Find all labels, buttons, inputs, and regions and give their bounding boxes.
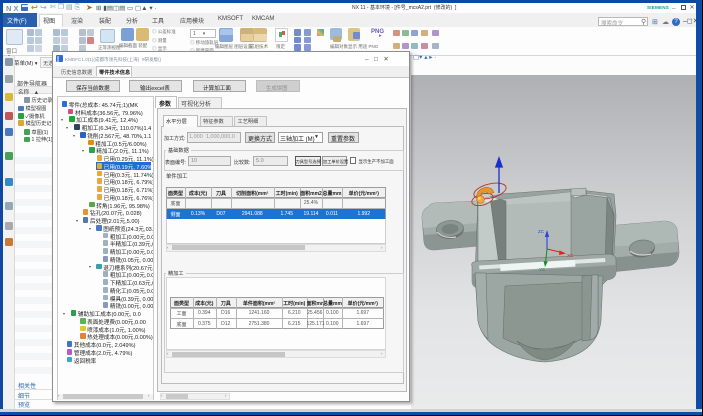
svg-text:ZC: ZC xyxy=(538,229,545,234)
svg-text:XC: XC xyxy=(567,253,574,258)
svg-text:YC: YC xyxy=(539,267,546,272)
